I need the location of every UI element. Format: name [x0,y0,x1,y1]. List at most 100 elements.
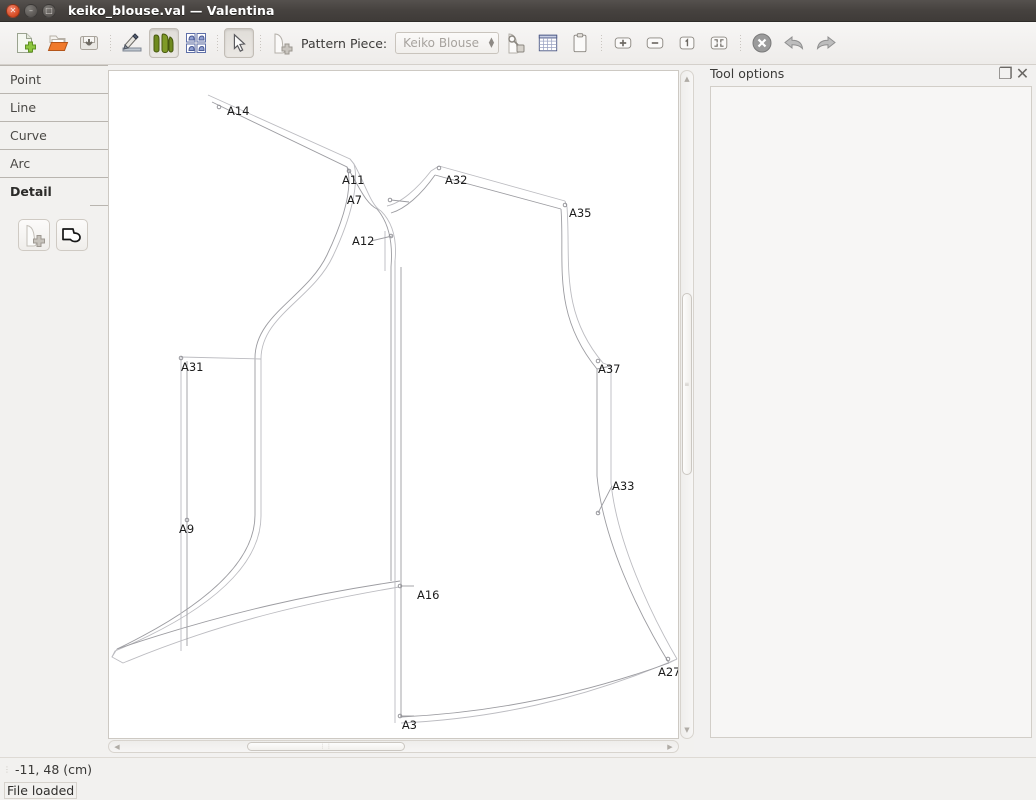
toolbar-separator-3 [256,28,265,58]
pattern-piece-add-icon [274,33,293,55]
toolbar-separator-4 [597,28,606,58]
tab-corner [64,94,108,122]
layout-mode-button[interactable] [181,28,211,58]
dock-float-icon[interactable]: ❐ [998,64,1012,83]
sidebar-tab-arc[interactable]: Arc [0,149,108,178]
new-detail-icon [26,224,45,247]
pattern-piece-select[interactable]: Keiko Blouse ▲ ▼ [395,32,500,54]
point-label-A11: A11 [342,173,365,187]
point-label-A35: A35 [569,206,592,220]
coordinate-bar: ⋮ -11, 48 (cm) [0,757,1036,781]
point-label-A3: A3 [402,718,417,732]
clipboard-icon [573,33,587,53]
point-label-A7: A7 [347,193,362,207]
tab-corner [64,122,108,150]
sidebar-tab-curve-label: Curve [10,128,47,143]
canvas-horizontal-scrollbar[interactable]: ◀ ⋮⋮ ▶ [108,740,679,753]
vertical-scroll-handle[interactable]: ≡ [682,293,692,475]
save-file-button[interactable] [74,28,104,58]
pattern-properties-icon [508,33,525,54]
stop-button[interactable] [747,28,777,58]
union-details-icon [62,228,81,243]
zoom-in-icon [614,37,632,49]
stop-icon [752,33,772,53]
window-close-icon[interactable]: ✕ [6,3,20,18]
draw-mode-button[interactable] [117,28,147,58]
pattern-piece-label: Pattern Piece: [301,35,388,51]
point-label-A32: A32 [445,173,468,187]
zoom-in-button[interactable] [608,28,638,58]
union-details-tool-button[interactable] [56,219,88,251]
save-file-icon [80,36,98,50]
redo-icon [816,35,836,50]
point-label-A14: A14 [227,104,250,118]
sidebar-tab-point[interactable]: Point [0,65,108,94]
zoom-out-button[interactable] [640,28,670,58]
dock-close-icon[interactable]: ✕ [1016,64,1029,83]
pattern-canvas[interactable]: A14 A11 A7 A12 A32 A35 A31 A37 A9 A33 A1… [108,70,679,739]
zoom-original-icon [679,36,695,50]
pattern-piece-value: Keiko Blouse [403,36,479,50]
window-title: keiko_blouse.val — Valentina [68,3,275,18]
tool-options-body [710,86,1032,738]
sidebar-tab-line[interactable]: Line [0,93,108,122]
scroll-up-icon[interactable]: ▲ [682,73,692,85]
redo-button[interactable] [811,28,841,58]
new-file-icon [17,33,36,53]
zoom-out-icon [646,37,664,49]
undo-icon [784,35,804,50]
toolbar-separator-2 [213,28,222,58]
main-toolbar: Pattern Piece: Keiko Blouse ▲ ▼ [0,22,1036,65]
point-label-A9: A9 [179,522,194,536]
canvas-vertical-scrollbar[interactable]: ▲ ≡ ▼ [680,70,694,739]
pattern-point-labels: A14 A11 A7 A12 A32 A35 A31 A37 A9 A33 A1… [179,104,679,732]
dock-buttons: ❐ ✕ [998,64,1029,83]
status-message: File loaded [4,782,78,799]
horizontal-scroll-handle[interactable]: ⋮⋮ [247,742,405,751]
toolbar-separator-5 [736,28,745,58]
undo-button[interactable] [779,28,809,58]
scroll-down-icon[interactable]: ▼ [682,724,692,736]
layout-mode-icon [186,33,206,53]
sidebar-tab-detail[interactable]: Detail [0,177,108,206]
point-label-A31: A31 [181,360,204,374]
sidebar-tab-curve[interactable]: Curve [0,121,108,150]
pointer-tool-button[interactable] [224,28,254,58]
zoom-original-button[interactable] [672,28,702,58]
open-file-button[interactable] [42,28,72,58]
zoom-fit-button[interactable] [704,28,734,58]
window-minimize-icon[interactable]: – [24,3,38,18]
new-detail-tool-button[interactable] [18,219,50,251]
sidebar-tab-point-label: Point [10,72,42,87]
add-pattern-piece-button[interactable] [267,28,297,58]
pattern-nodes [178,104,671,719]
window-maximize-icon[interactable]: □ [42,3,56,18]
open-file-icon [47,35,69,51]
detail-tool-grid [0,205,108,251]
table-icon [538,34,558,52]
details-mode-button[interactable] [149,28,179,58]
scroll-left-icon[interactable]: ◀ [111,742,123,751]
tab-corner [64,150,108,178]
sidebar-tab-arc-label: Arc [10,156,31,171]
toolbar-separator [106,28,115,58]
pattern-drawing: A14 A11 A7 A12 A32 A35 A31 A37 A9 A33 A1… [111,94,679,732]
tab-corner [64,66,108,94]
table-button[interactable] [533,28,563,58]
chevron-updown-icon: ▲ ▼ [488,36,495,49]
point-label-A33: A33 [612,479,635,493]
point-label-A27: A27 [658,665,679,679]
details-mode-icon [153,33,174,54]
sidebar-tab-line-label: Line [10,100,37,115]
pattern-properties-button[interactable] [501,28,531,58]
tools-sidebar: Point Line Curve Arc Detail [0,65,108,755]
point-label-A12: A12 [352,234,375,248]
new-file-button[interactable] [10,28,40,58]
grip-icon: ⋮ [3,765,11,774]
mouse-coordinates: -11, 48 (cm) [15,762,93,777]
sidebar-tab-detail-label: Detail [10,184,52,199]
tool-options-header: Tool options ❐ ✕ [704,62,1036,84]
scroll-right-icon[interactable]: ▶ [664,742,676,751]
history-button[interactable] [565,28,595,58]
zoom-fit-icon [710,36,728,50]
